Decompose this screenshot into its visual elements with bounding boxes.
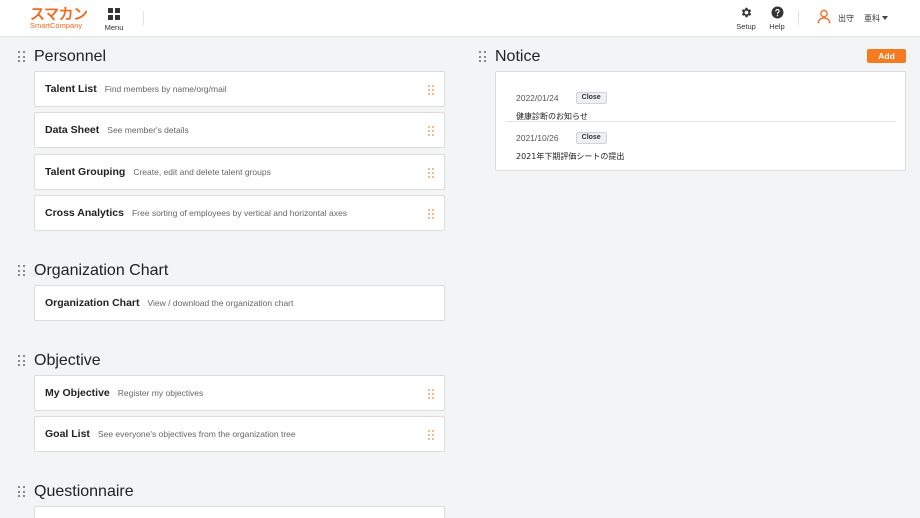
- notice-item: 2021/10/26 Close 2021年下期評価シートの提出: [516, 127, 896, 162]
- section-drag-handle-icon[interactable]: [18, 265, 25, 276]
- card-organization-chart[interactable]: Organization Chart View / download the or…: [34, 285, 445, 321]
- organization-chart-section: Organization Chart: [0, 261, 460, 281]
- notice-list: 2022/01/24 Close 健康診断のお知らせ 2021/10/26 Cl…: [495, 71, 906, 171]
- user-department: 亜科: [864, 13, 880, 23]
- card-title: Talent Grouping: [45, 166, 126, 178]
- personnel-section: Personnel: [0, 47, 460, 67]
- card-title: Cross Analytics: [45, 207, 124, 219]
- add-notice-button[interactable]: Add: [867, 49, 906, 63]
- card-drag-handle-icon[interactable]: [428, 389, 434, 399]
- question-circle-icon: [764, 6, 790, 19]
- card-cross-analytics[interactable]: Cross Analytics Free sorting of employees…: [34, 195, 445, 231]
- user-name: 出守: [838, 13, 854, 23]
- setup-button[interactable]: Setup: [733, 6, 759, 31]
- section-title: Questionnaire: [34, 483, 134, 500]
- logo-japanese: スマカン: [30, 5, 88, 23]
- card-title: Data Sheet: [45, 124, 100, 136]
- card-description: View / download the organization chart: [147, 298, 294, 308]
- user-icon: [817, 9, 831, 28]
- notice-date: 2021/10/26: [516, 132, 559, 143]
- card-drag-handle-icon[interactable]: [428, 168, 434, 178]
- section-title: Organization Chart: [34, 262, 169, 279]
- section-drag-handle-icon[interactable]: [18, 486, 25, 497]
- header-divider: [798, 11, 799, 25]
- card-title: Organization Chart: [45, 297, 140, 309]
- user-menu[interactable]: 出守 亜科: [817, 9, 888, 28]
- notice-text[interactable]: 2021年下期評価シートの提出: [516, 151, 896, 162]
- card-drag-handle-icon[interactable]: [428, 85, 434, 95]
- card-data-sheet[interactable]: Data Sheet See member's details: [34, 112, 445, 148]
- card-talent-list[interactable]: Talent List Find members by name/org/mail: [34, 71, 445, 107]
- card-title: Goal List: [45, 428, 90, 440]
- card-questionnaire-partial[interactable]: [34, 506, 445, 518]
- setup-label: Setup: [736, 22, 756, 31]
- gear-icon: [733, 6, 759, 19]
- objective-section: Objective: [0, 351, 460, 371]
- card-description: Create, edit and delete talent groups: [133, 167, 271, 177]
- close-notice-button[interactable]: Close: [575, 91, 607, 104]
- card-drag-handle-icon[interactable]: [428, 209, 434, 219]
- notice-item: 2022/01/24 Close 健康診断のお知らせ: [516, 87, 896, 122]
- card-description: See member's details: [107, 125, 189, 135]
- notice-divider: [506, 121, 896, 122]
- card-title: My Objective: [45, 387, 110, 399]
- help-button[interactable]: Help: [764, 6, 790, 31]
- card-description: Register my objectives: [117, 388, 204, 398]
- menu-button[interactable]: Menu: [100, 6, 128, 32]
- help-label: Help: [769, 22, 785, 31]
- card-description: Free sorting of employees by vertical an…: [131, 208, 347, 218]
- card-description: See everyone's objectives from the organ…: [97, 429, 296, 439]
- notice-date: 2022/01/24: [516, 92, 559, 103]
- card-my-objective[interactable]: My Objective Register my objectives: [34, 375, 445, 411]
- header-divider: [143, 11, 144, 25]
- card-drag-handle-icon[interactable]: [428, 430, 434, 440]
- card-drag-handle-icon[interactable]: [428, 126, 434, 136]
- close-notice-button[interactable]: Close: [575, 131, 607, 144]
- card-description: Find members by name/org/mail: [104, 84, 227, 94]
- grid-menu-icon: [108, 8, 120, 20]
- top-header: スマカン SmartCompany Menu Setup Help 出守 亜科: [0, 0, 920, 37]
- menu-label: Menu: [104, 22, 124, 32]
- section-drag-handle-icon[interactable]: [479, 51, 486, 62]
- questionnaire-section: Questionnaire: [0, 482, 460, 502]
- section-drag-handle-icon[interactable]: [18, 51, 25, 62]
- section-title: Objective: [34, 352, 101, 369]
- card-goal-list[interactable]: Goal List See everyone's objectives from …: [34, 416, 445, 452]
- section-drag-handle-icon[interactable]: [18, 355, 25, 366]
- chevron-down-icon: [882, 16, 888, 20]
- card-talent-grouping[interactable]: Talent Grouping Create, edit and delete t…: [34, 154, 445, 190]
- notice-section: Notice: [461, 47, 920, 67]
- section-title: Notice: [495, 48, 541, 65]
- card-title: Talent List: [45, 83, 97, 95]
- logo-english: SmartCompany: [30, 21, 83, 30]
- smartcompany-logo[interactable]: スマカン SmartCompany: [30, 6, 88, 30]
- section-title: Personnel: [34, 48, 107, 65]
